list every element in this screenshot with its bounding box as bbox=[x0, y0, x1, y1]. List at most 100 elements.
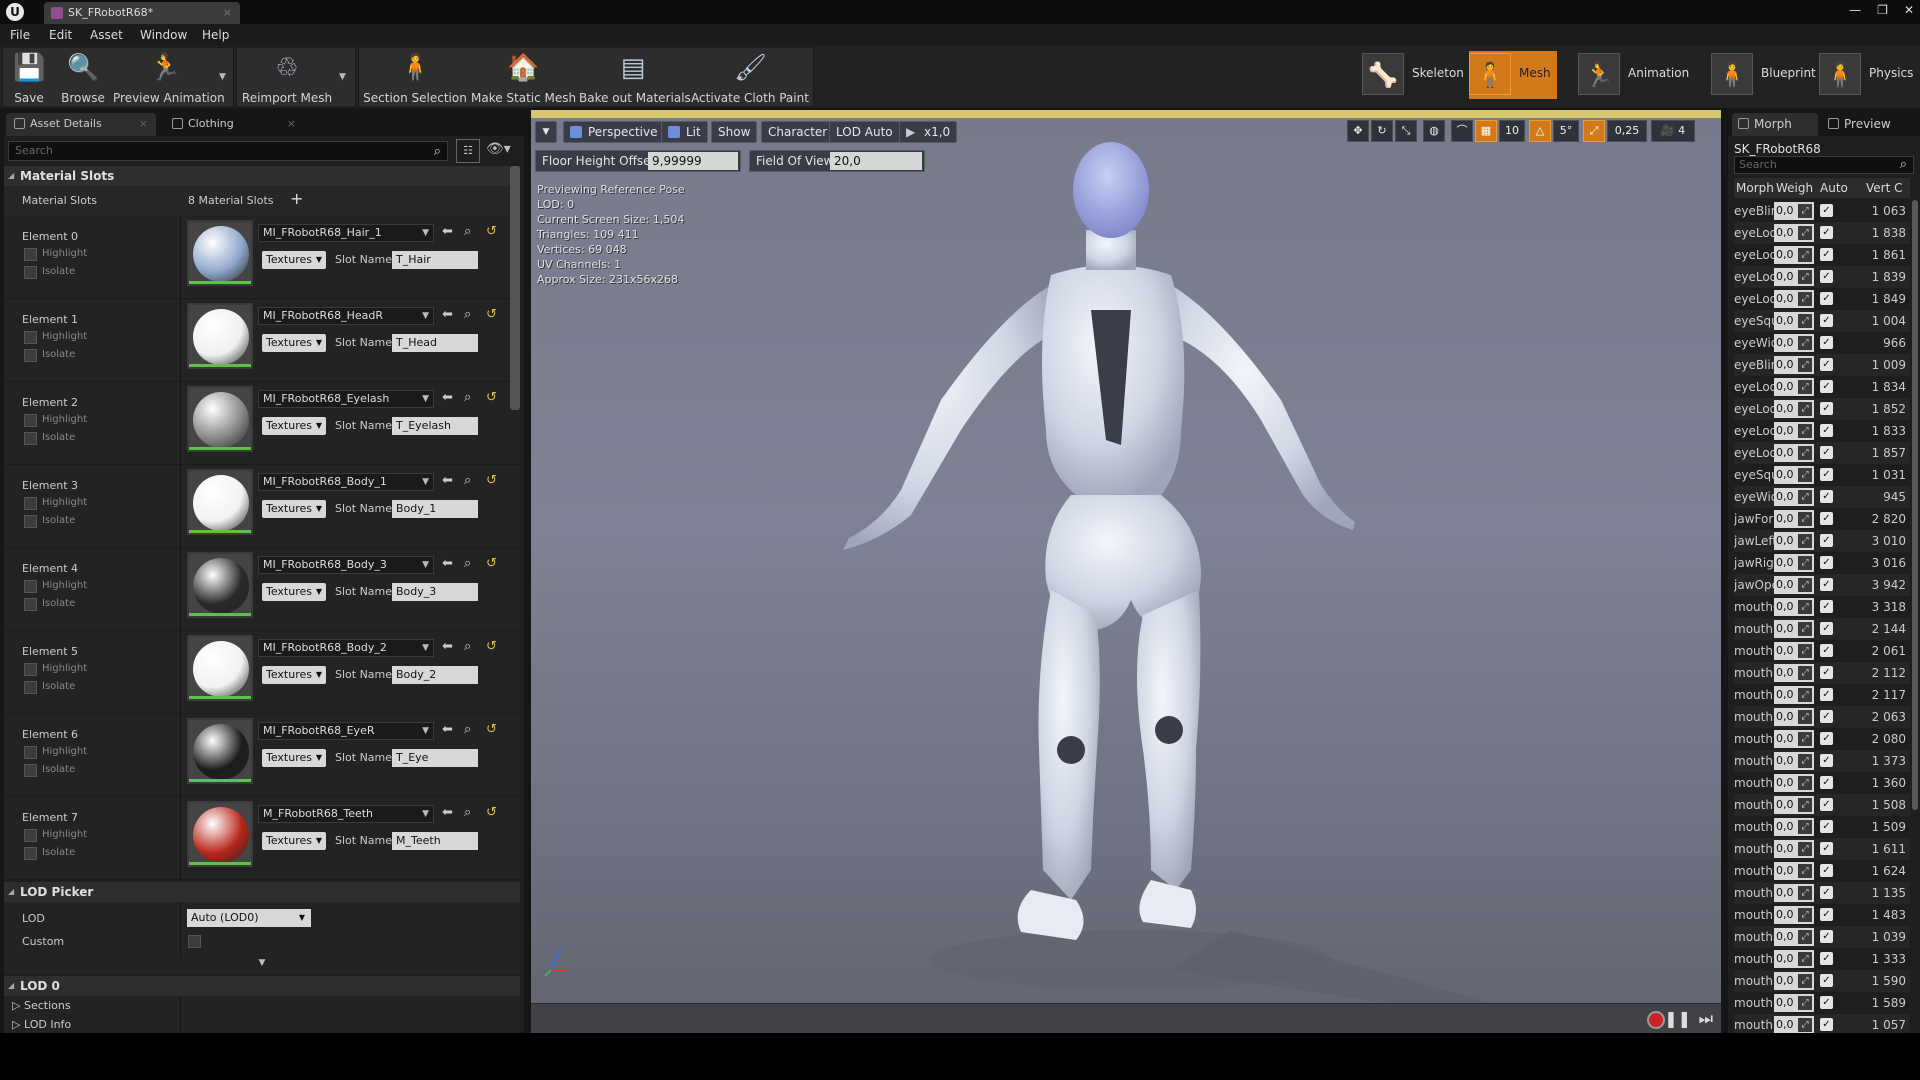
morph-row[interactable]: mouthS0,0⤢ ✓ 1 611 bbox=[1734, 838, 1910, 860]
auto-checkbox[interactable]: ✓ bbox=[1820, 688, 1833, 701]
material-select[interactable]: MI_FRobotR68_Eyelash ▼ bbox=[258, 390, 434, 408]
textures-dropdown[interactable]: Textures ▼ bbox=[262, 500, 326, 518]
slot-name-input[interactable]: T_Eye bbox=[392, 749, 478, 767]
expand-arrow-icon[interactable]: ⤢ bbox=[1798, 996, 1812, 1010]
slot-name-input[interactable]: T_Eyelash bbox=[392, 417, 478, 435]
auto-checkbox[interactable]: ✓ bbox=[1820, 864, 1833, 877]
morph-row[interactable]: mouthL0,0⤢ ✓ 1 057 bbox=[1734, 1014, 1910, 1033]
expand-arrow-icon[interactable]: ⤢ bbox=[1798, 842, 1812, 856]
expand-arrow-icon[interactable]: ⤢ bbox=[1798, 600, 1812, 614]
auto-checkbox[interactable]: ✓ bbox=[1820, 952, 1833, 965]
morph-row[interactable]: mouthF0,0⤢ ✓ 2 112 bbox=[1734, 662, 1910, 684]
col-vert-count[interactable]: Vert C bbox=[1866, 178, 1903, 198]
mode-blueprint-button[interactable]: 🧍 Blueprint bbox=[1711, 51, 1816, 99]
morph-weight-input[interactable]: 0,0 ⤢ bbox=[1774, 598, 1814, 616]
auto-checkbox[interactable]: ✓ bbox=[1820, 226, 1833, 239]
slot-name-input[interactable]: M_Teeth bbox=[392, 832, 478, 850]
slot-name-input[interactable]: T_Hair bbox=[392, 251, 478, 269]
morph-row[interactable]: mouthD0,0⤢ ✓ 1 508 bbox=[1734, 794, 1910, 816]
expand-arrow-icon[interactable]: ⤢ bbox=[1798, 930, 1812, 944]
morph-row[interactable]: eyeWid 0,0 ⤢ ✓ 945 bbox=[1734, 486, 1910, 508]
morph-weight-input[interactable]: 0,0 ⤢ bbox=[1774, 1016, 1814, 1033]
lod-info-row[interactable]: ▷ LOD Info bbox=[12, 1018, 71, 1031]
record-icon[interactable] bbox=[1647, 1011, 1665, 1029]
morph-row[interactable]: mouthF0,0⤢ ✓ 1 589 bbox=[1734, 992, 1910, 1014]
morph-weight-input[interactable]: 0,0 ⤢ bbox=[1774, 466, 1814, 484]
expand-arrow-icon[interactable]: ⤢ bbox=[1798, 512, 1812, 526]
isolate-checkbox[interactable] bbox=[24, 349, 37, 362]
morph-weight-input[interactable]: 0,0 ⤢ bbox=[1774, 554, 1814, 572]
expand-arrow-icon[interactable]: ⤢ bbox=[1798, 270, 1812, 284]
morph-row[interactable]: jawRigl 0,0 ⤢ ✓ 3 016 bbox=[1734, 552, 1910, 574]
auto-checkbox[interactable]: ✓ bbox=[1820, 754, 1833, 767]
use-selected-asset-icon[interactable]: ⬅ bbox=[442, 639, 453, 654]
slot-name-input[interactable]: Body_1 bbox=[392, 500, 478, 518]
auto-checkbox[interactable]: ✓ bbox=[1820, 446, 1833, 459]
expand-arrow-icon[interactable]: ⤢ bbox=[1798, 204, 1812, 218]
preview-animation-dropdown-icon[interactable]: ▼ bbox=[219, 72, 226, 82]
auto-checkbox[interactable]: ✓ bbox=[1820, 314, 1833, 327]
isolate-checkbox[interactable] bbox=[24, 847, 37, 860]
mode-physics-button[interactable]: 🧍 Physics bbox=[1819, 51, 1919, 99]
auto-checkbox[interactable]: ✓ bbox=[1820, 908, 1833, 921]
auto-checkbox[interactable]: ✓ bbox=[1820, 798, 1833, 811]
morph-row[interactable]: eyeSqu0,0⤢ ✓ 1 031 bbox=[1734, 464, 1910, 486]
highlight-checkbox[interactable] bbox=[24, 580, 37, 593]
auto-checkbox[interactable]: ✓ bbox=[1820, 600, 1833, 613]
auto-checkbox[interactable]: ✓ bbox=[1820, 842, 1833, 855]
material-thumbnail[interactable] bbox=[187, 386, 253, 452]
category-lod-0[interactable]: LOD 0 bbox=[4, 976, 520, 996]
use-selected-asset-icon[interactable]: ⬅ bbox=[442, 556, 453, 571]
mode-skeleton-button[interactable]: 🦴 Skeleton bbox=[1362, 51, 1468, 99]
auto-checkbox[interactable]: ✓ bbox=[1820, 402, 1833, 415]
auto-checkbox[interactable]: ✓ bbox=[1820, 710, 1833, 723]
morph-weight-input[interactable]: 0,0 ⤢ bbox=[1774, 290, 1814, 308]
reset-to-default-icon[interactable]: ↺ bbox=[486, 805, 497, 820]
use-selected-asset-icon[interactable]: ⬅ bbox=[442, 473, 453, 488]
expand-arrow-icon[interactable]: ⤢ bbox=[1798, 446, 1812, 460]
expand-arrow-icon[interactable]: ⤢ bbox=[1798, 666, 1812, 680]
expand-arrow-icon[interactable]: ⤢ bbox=[1798, 248, 1812, 262]
isolate-checkbox[interactable] bbox=[24, 681, 37, 694]
close-tab-icon[interactable]: × bbox=[223, 2, 232, 24]
morph-row[interactable]: mouthF0,0⤢ ✓ 1 483 bbox=[1734, 904, 1910, 926]
reimport-dropdown-icon[interactable]: ▼ bbox=[339, 72, 346, 82]
morph-weight-input[interactable]: 0,0 ⤢ bbox=[1774, 334, 1814, 352]
morph-weight-input[interactable]: 0,0 ⤢ bbox=[1774, 422, 1814, 440]
textures-dropdown[interactable]: Textures ▼ bbox=[262, 666, 326, 684]
isolate-checkbox[interactable] bbox=[24, 432, 37, 445]
morph-weight-input[interactable]: 0,0 ⤢ bbox=[1774, 884, 1814, 902]
auto-checkbox[interactable]: ✓ bbox=[1820, 248, 1833, 261]
expand-arrow-icon[interactable]: ⤢ bbox=[1798, 798, 1812, 812]
browse-asset-icon[interactable]: ⌕ bbox=[464, 473, 471, 488]
morph-row[interactable]: mouthF0,0⤢ ✓ 2 144 bbox=[1734, 618, 1910, 640]
mode-animation-button[interactable]: 🏃 Animation bbox=[1578, 51, 1698, 99]
auto-checkbox[interactable]: ✓ bbox=[1820, 732, 1833, 745]
morph-row[interactable]: eyeLoo 0,0 ⤢ ✓ 1 834 bbox=[1734, 376, 1910, 398]
morph-weight-input[interactable]: 0,0 ⤢ bbox=[1774, 906, 1814, 924]
auto-checkbox[interactable]: ✓ bbox=[1820, 666, 1833, 679]
auto-checkbox[interactable]: ✓ bbox=[1820, 578, 1833, 591]
expand-arrow-icon[interactable]: ⤢ bbox=[1798, 336, 1812, 350]
expand-arrow-icon[interactable]: ⤢ bbox=[1798, 688, 1812, 702]
auto-checkbox[interactable]: ✓ bbox=[1820, 1018, 1833, 1031]
auto-checkbox[interactable]: ✓ bbox=[1820, 468, 1833, 481]
auto-checkbox[interactable]: ✓ bbox=[1820, 490, 1833, 503]
morph-row[interactable]: eyeLoo 0,0 ⤢ ✓ 1 852 bbox=[1734, 398, 1910, 420]
expand-arrow-icon[interactable]: ⤢ bbox=[1798, 754, 1812, 768]
textures-dropdown[interactable]: Textures ▼ bbox=[262, 334, 326, 352]
reset-to-default-icon[interactable]: ↺ bbox=[486, 224, 497, 239]
material-select[interactable]: MI_FRobotR68_Body_2 ▼ bbox=[258, 639, 434, 657]
morph-weight-input[interactable]: 0,0 ⤢ bbox=[1774, 972, 1814, 990]
morph-weight-input[interactable]: 0,0 ⤢ bbox=[1774, 840, 1814, 858]
morph-weight-input[interactable]: 0,0 ⤢ bbox=[1774, 378, 1814, 396]
morph-scrollbar[interactable] bbox=[1912, 200, 1918, 810]
tab-clothing[interactable]: Clothing × bbox=[164, 113, 304, 136]
auto-checkbox[interactable]: ✓ bbox=[1820, 644, 1833, 657]
close-tab-icon[interactable]: × bbox=[287, 113, 296, 135]
morph-weight-input[interactable]: 0,0 ⤢ bbox=[1774, 576, 1814, 594]
expand-arrow-icon[interactable]: ⤢ bbox=[1798, 710, 1812, 724]
slot-name-input[interactable]: T_Head bbox=[392, 334, 478, 352]
isolate-checkbox[interactable] bbox=[24, 266, 37, 279]
morph-weight-input[interactable]: 0,0 ⤢ bbox=[1774, 994, 1814, 1012]
